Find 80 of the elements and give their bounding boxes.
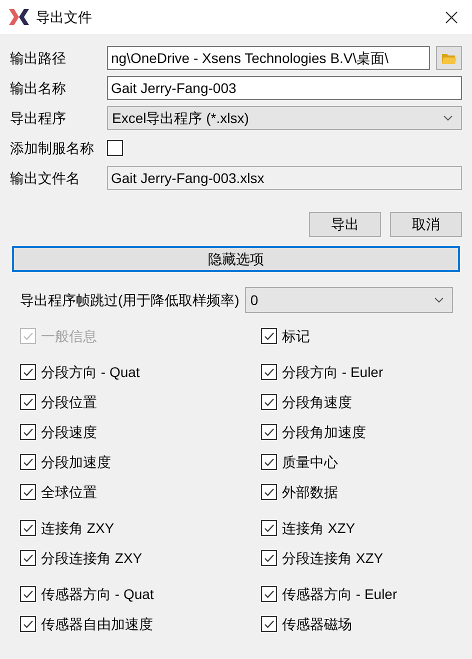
checkbox[interactable] <box>261 586 277 602</box>
field-label: 输出文件名 <box>10 168 81 188</box>
checkbox[interactable] <box>261 616 277 632</box>
checkbox[interactable] <box>261 520 277 536</box>
app-logo-icon <box>8 8 30 26</box>
checkbox[interactable] <box>261 328 277 344</box>
checkbox[interactable] <box>261 454 277 470</box>
option-label: 一般信息 <box>41 326 97 346</box>
option-label: 连接角 XZY <box>282 518 356 538</box>
option-label: 分段速度 <box>41 422 97 442</box>
option-label: 外部数据 <box>282 482 338 502</box>
option-label: 质量中心 <box>282 452 338 472</box>
check-icon <box>263 330 275 342</box>
checkbox[interactable] <box>20 616 36 632</box>
checkbox[interactable] <box>261 550 277 566</box>
check-icon <box>263 486 275 498</box>
checkbox[interactable] <box>20 394 36 410</box>
checkbox[interactable] <box>20 484 36 500</box>
filename-field: Gait Jerry-Fang-003.xlsx <box>107 166 462 190</box>
check-icon <box>263 396 275 408</box>
checkbox[interactable] <box>20 586 36 602</box>
window-title: 导出文件 <box>36 8 92 26</box>
field-label: 输出路径 <box>10 48 67 68</box>
check-icon <box>22 618 34 630</box>
folder-icon <box>441 52 457 64</box>
check-icon <box>22 588 34 600</box>
check-icon <box>263 366 275 378</box>
check-icon <box>22 396 34 408</box>
checkbox[interactable] <box>261 424 277 440</box>
option-label: 分段连接角 XZY <box>282 548 384 568</box>
chevron-down-icon <box>443 115 453 121</box>
option-label: 传感器磁场 <box>282 614 352 634</box>
checkbox[interactable] <box>107 140 123 156</box>
check-icon <box>22 426 34 438</box>
option-label: 标记 <box>282 326 310 346</box>
field-label: 添加制服名称 <box>10 138 95 158</box>
name-field[interactable]: Gait Jerry-Fang-003 <box>107 76 462 100</box>
option-label: 全球位置 <box>41 482 97 502</box>
field-label: 输出名称 <box>10 78 67 98</box>
option-label: 分段方向 - Euler <box>282 362 384 382</box>
option-label: 分段方向 - Quat <box>41 362 140 382</box>
close-icon[interactable] <box>445 10 458 24</box>
check-icon <box>263 552 275 564</box>
option-label: 传感器方向 - Euler <box>282 584 398 604</box>
checkbox[interactable] <box>20 364 36 380</box>
check-icon <box>263 522 275 534</box>
checkbox[interactable] <box>261 364 277 380</box>
chevron-down-icon <box>434 297 444 303</box>
exporter-dropdown[interactable]: Excel导出程序 (*.xlsx) <box>107 106 462 130</box>
check-icon <box>263 588 275 600</box>
frame-skip-dropdown[interactable]: 0 <box>245 287 453 313</box>
frame-skip-label: 导出程序帧跳过(用于降低取样频率) <box>20 290 240 310</box>
field-label: 导出程序 <box>10 108 67 128</box>
check-icon <box>263 456 275 468</box>
check-icon <box>22 486 34 498</box>
checkbox[interactable] <box>261 484 277 500</box>
dialog-button[interactable]: 取消 <box>390 212 462 237</box>
check-icon <box>22 330 34 342</box>
option-label: 连接角 ZXY <box>41 518 114 538</box>
checkbox[interactable] <box>20 550 36 566</box>
checkbox[interactable] <box>20 520 36 536</box>
check-icon <box>263 618 275 630</box>
option-label: 传感器自由加速度 <box>41 614 153 634</box>
option-label: 分段位置 <box>41 392 97 412</box>
option-label: 传感器方向 - Quat <box>41 584 154 604</box>
checkbox[interactable] <box>20 454 36 470</box>
check-icon <box>263 426 275 438</box>
check-icon <box>22 552 34 564</box>
option-label: 分段角加速度 <box>282 422 366 442</box>
option-label: 分段连接角 ZXY <box>41 548 142 568</box>
hide-options-button[interactable]: 隐藏选项 <box>12 246 460 272</box>
option-label: 分段加速度 <box>41 452 111 472</box>
path-field[interactable]: ng\OneDrive - Xsens Technologies B.V\桌面\ <box>107 46 430 70</box>
option-label: 分段角速度 <box>282 392 352 412</box>
check-icon <box>22 522 34 534</box>
checkbox[interactable] <box>20 424 36 440</box>
check-icon <box>22 456 34 468</box>
dialog-button[interactable]: 导出 <box>309 212 381 237</box>
checkbox[interactable] <box>261 394 277 410</box>
check-icon <box>22 366 34 378</box>
